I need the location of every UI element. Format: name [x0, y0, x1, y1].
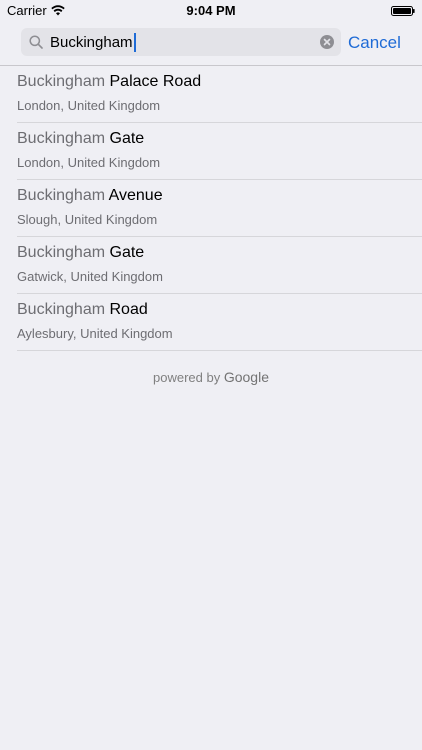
- result-name: Road: [105, 301, 148, 318]
- status-time: 9:04 PM: [186, 3, 236, 18]
- search-field[interactable]: Buckingham: [21, 28, 341, 56]
- attribution-prefix: powered by: [153, 370, 221, 385]
- text-caret: [133, 33, 136, 52]
- result-title: Buckingham Gate: [17, 130, 144, 148]
- result-title: Buckingham Palace Road: [17, 73, 201, 91]
- result-subtitle: London, United Kingdom: [17, 98, 161, 113]
- result-match: Buckingham: [17, 130, 106, 147]
- result-row[interactable]: Buckingham Gate Gatwick, United Kingdom: [0, 237, 422, 294]
- result-match: Buckingham: [17, 301, 106, 318]
- result-name: Gate: [105, 130, 145, 147]
- result-row[interactable]: Buckingham Palace Road London, United Ki…: [0, 66, 422, 123]
- result-row[interactable]: Buckingham Road Aylesbury, United Kingdo…: [0, 294, 422, 351]
- cancel-button[interactable]: Cancel: [348, 33, 401, 53]
- result-match: Buckingham: [17, 244, 106, 261]
- result-subtitle: Aylesbury, United Kingdom: [17, 326, 173, 341]
- results-list: Buckingham Palace Road London, United Ki…: [0, 66, 422, 351]
- result-subtitle: Slough, United Kingdom: [17, 212, 158, 227]
- result-subtitle: Gatwick, United Kingdom: [17, 269, 163, 284]
- result-match: Buckingham: [17, 73, 106, 90]
- result-title: Buckingham Road: [17, 301, 148, 319]
- result-row[interactable]: Buckingham Avenue Slough, United Kingdom: [0, 180, 422, 237]
- result-row[interactable]: Buckingham Gate London, United Kingdom: [0, 123, 422, 180]
- result-title: Buckingham Gate: [17, 244, 144, 262]
- battery-icon: [391, 6, 415, 16]
- google-logo: Google: [223, 369, 269, 385]
- status-bar: Carrier 9:04 PM: [0, 0, 422, 22]
- search-input[interactable]: Buckingham: [50, 33, 136, 52]
- search-bar: Buckingham Cancel: [0, 22, 422, 66]
- result-subtitle: London, United Kingdom: [17, 155, 161, 170]
- result-match: Buckingham: [17, 187, 106, 204]
- result-title: Buckingham Avenue: [17, 187, 163, 205]
- powered-by-attribution: powered by Google: [0, 369, 422, 385]
- result-name: Avenue: [105, 187, 163, 204]
- search-input-value: Buckingham: [50, 34, 133, 51]
- result-name: Palace Road: [105, 73, 202, 90]
- clear-icon[interactable]: [320, 35, 334, 49]
- result-name: Gate: [105, 244, 145, 261]
- search-icon: [29, 35, 43, 49]
